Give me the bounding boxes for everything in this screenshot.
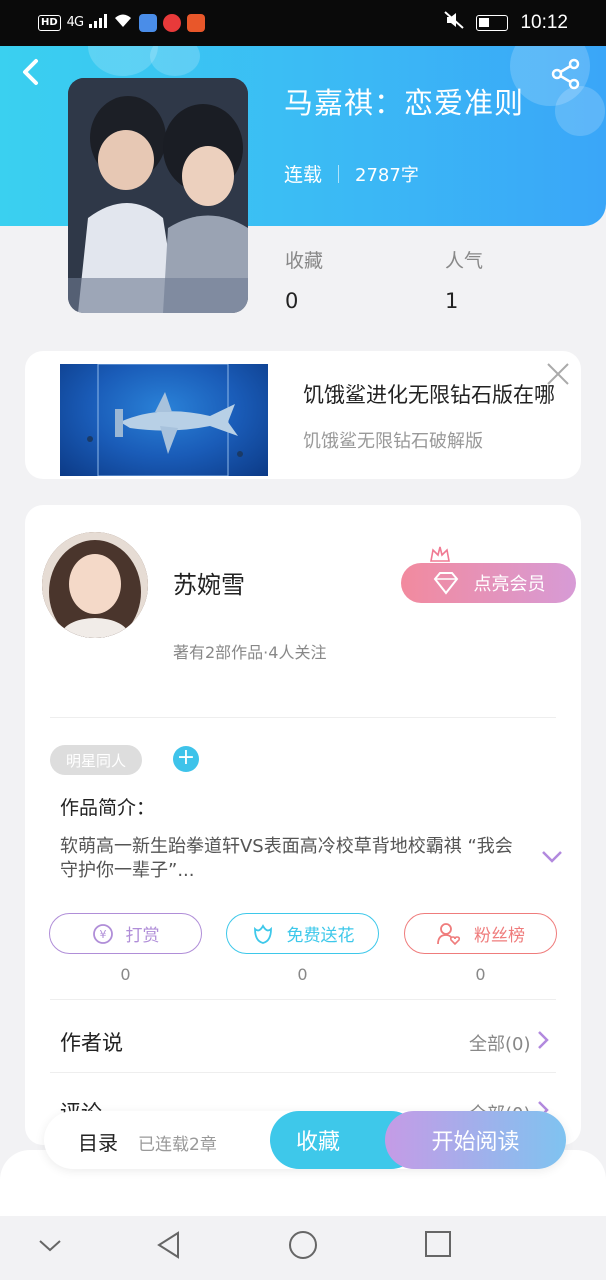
diamond-icon [433,572,458,595]
yuan-coin-icon: ¥ [92,923,113,944]
author-avatar[interactable] [42,532,148,638]
tip-button[interactable]: ¥ 打赏 [49,913,202,954]
toc-button[interactable]: 目录 [78,1127,118,1156]
book-meta: 连载 2787字 [284,160,419,187]
chevron-right-icon [537,1030,549,1056]
stat-label: 收藏 [285,250,324,272]
stat-value: 1 [445,289,459,313]
stat-favorites: 收藏 0 [285,246,323,313]
recent-square-icon [425,1231,451,1257]
author-note-all-button[interactable]: 全部(0) [469,1030,549,1056]
stat-value: 0 [285,289,299,313]
signal-icon [89,12,108,33]
author-note-label: 作者说 [60,1031,123,1055]
share-button[interactable] [550,58,582,94]
flower-icon [253,923,272,944]
author-info: 著有2部作品·4人关注 [173,643,327,662]
expand-button[interactable] [541,849,563,868]
author-name[interactable]: 苏婉雪 [173,565,245,600]
intro-heading: 作品简介： [60,797,156,819]
start-reading-button[interactable]: 开始阅读 [385,1111,566,1169]
genre-tag[interactable]: 明星同人 [50,745,142,775]
nav-recent-button[interactable] [424,1230,452,1262]
shark-image [87,364,243,476]
nav-hide-button[interactable] [38,1238,62,1258]
serial-count: 已连载2章 [138,1135,217,1155]
bottom-action-bar: 目录 已连载2章 收藏 开始阅读 [44,1111,566,1169]
book-cover[interactable] [68,78,248,313]
serial-status: 连载 [284,164,323,186]
back-button[interactable] [20,58,40,90]
decor-bubble [88,46,158,76]
svg-text:¥: ¥ [99,928,106,941]
user-heart-icon [437,922,461,945]
battery-icon [476,14,509,31]
divider [50,1072,556,1073]
close-icon [547,363,569,385]
stat-popularity: 人气 1 [445,246,483,313]
share-icon [551,58,580,90]
send-flower-label: 免费送花 [286,926,355,946]
start-reading-label: 开始阅读 [431,1130,520,1155]
app-notification-icon [139,13,158,32]
home-circle-icon [289,1231,317,1259]
word-count: 2787字 [355,164,419,186]
hd-icon: HD [38,14,61,31]
ad-subtitle: 饥饿鲨无限钻石破解版 [303,431,483,452]
book-title: 马嘉祺：恋爱准则 [284,86,525,120]
chevron-down-icon [542,851,562,863]
wifi-icon [113,12,133,33]
clock: 10:12 [520,11,568,33]
add-tag-button[interactable]: + [173,746,199,772]
book-detail-card: 苏婉雪 点亮会员 著有2部作品·4人关注 明星同人 + 作品简介： 软萌高一新生… [25,505,581,1145]
all-label: 全部(0) [469,1034,531,1055]
mute-icon [444,11,465,34]
fan-ranking-label: 粉丝榜 [474,926,525,946]
back-triangle-icon [157,1231,179,1259]
ad-title: 饥饿鲨进化无限钻石版在哪 [303,383,555,407]
flower-count: 0 [297,965,308,984]
fan-count: 0 [475,965,486,984]
chevron-down-icon [39,1240,61,1252]
app-notification-icon [163,13,182,32]
system-nav-bar [0,1216,606,1280]
network-type: 4G [66,15,84,30]
vip-label: 点亮会员 [473,574,546,595]
nav-back-button[interactable] [156,1230,182,1264]
intro-text: 软萌高一新生跆拳道轩VS表面高冷校草背地校霸祺 “我会守护你一辈子”... [60,836,513,881]
send-flower-button[interactable]: 免费送花 [226,913,379,954]
ad-banner[interactable]: 饥饿鲨进化无限钻石版在哪 饥饿鲨无限钻石破解版 [25,351,581,479]
status-bar: HD 4G 10:12 [0,0,606,46]
tip-label: 打赏 [125,926,160,946]
divider [50,717,556,718]
decor-bubble [150,46,200,76]
weibo-icon [187,13,206,32]
cover-image [68,78,248,313]
tip-count: 0 [120,965,131,984]
stat-label: 人气 [445,250,484,272]
ad-close-button[interactable] [545,361,571,387]
fan-ranking-button[interactable]: 粉丝榜 [404,913,557,954]
nav-home-button[interactable] [288,1230,318,1264]
ad-image [60,364,268,476]
divider [50,999,556,1000]
back-arrow-icon [23,59,38,85]
vip-button[interactable]: 点亮会员 [401,563,576,603]
favorite-label: 收藏 [296,1130,341,1155]
meta-divider [338,164,340,183]
avatar-image [42,532,148,638]
